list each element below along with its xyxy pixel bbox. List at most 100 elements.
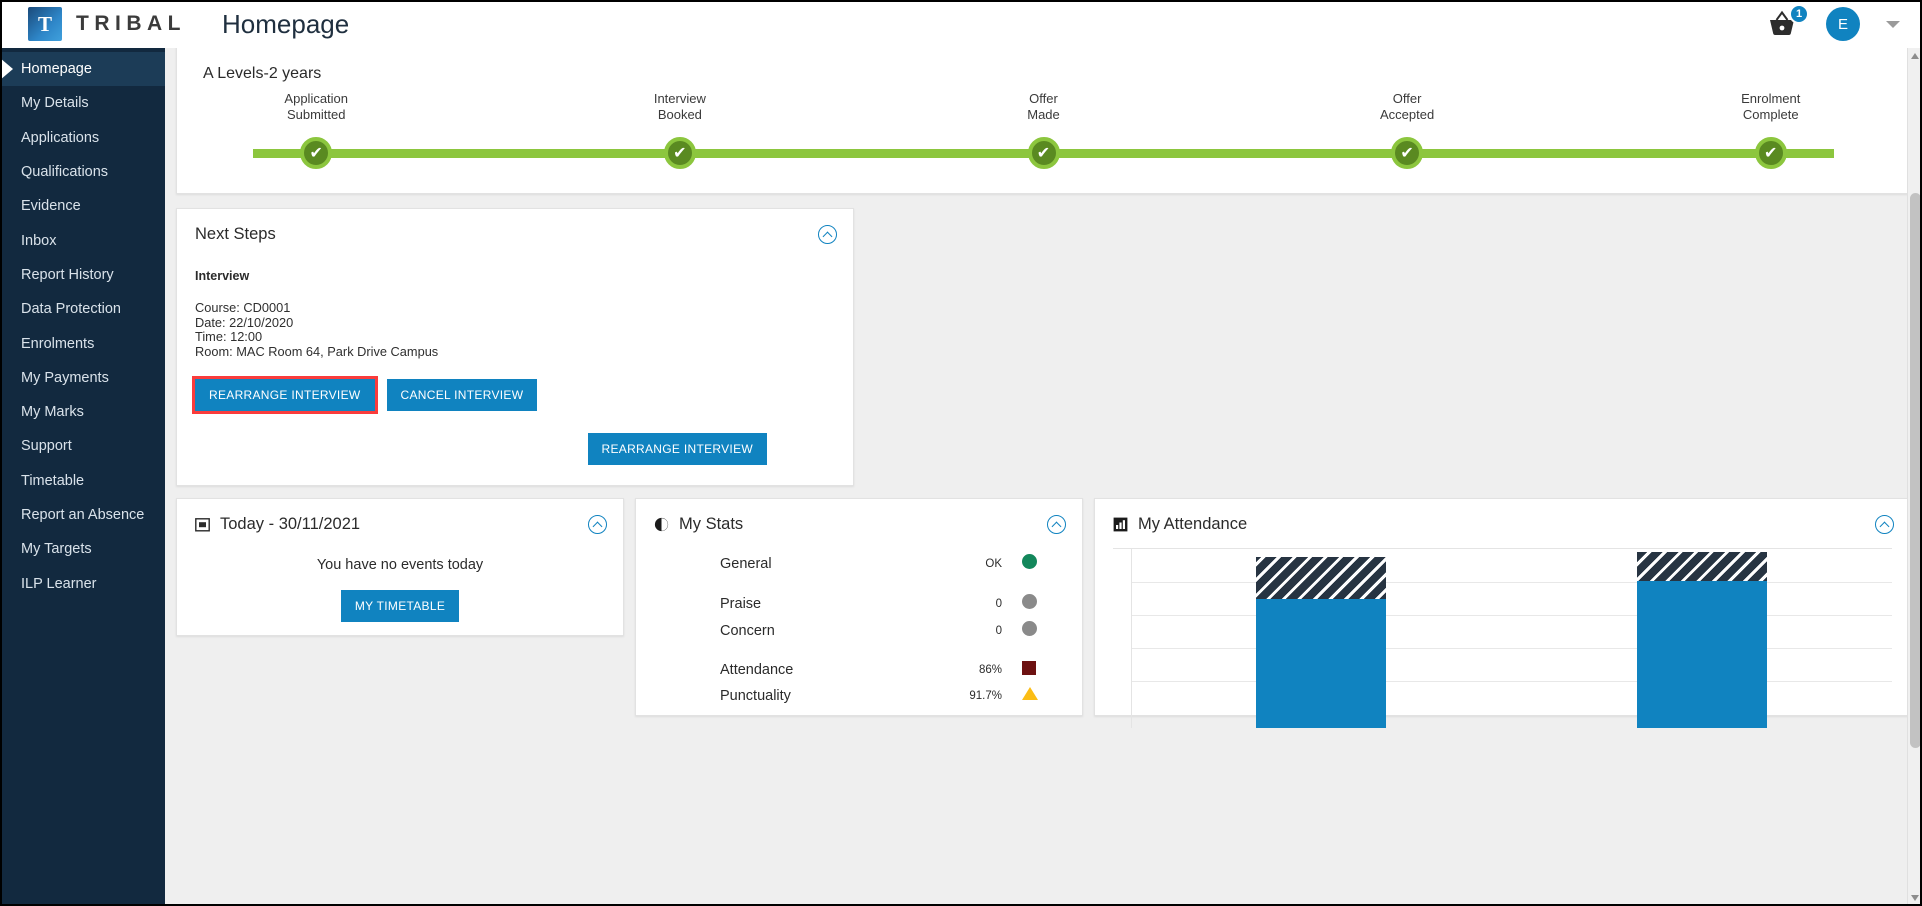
table-row: General OK <box>654 550 1064 577</box>
sidebar-item-homepage[interactable]: Homepage <box>0 52 165 87</box>
stat-value: 0 <box>995 624 1002 637</box>
sidebar-item-label: My Payments <box>21 369 109 386</box>
status-dot-green-icon <box>1022 554 1037 570</box>
step-label-5: Enrolment Complete <box>1741 91 1801 122</box>
chevron-up-circle-icon[interactable] <box>818 225 837 244</box>
application-window: T TRIBAL Homepage 1 E Homepage My Detail… <box>0 0 1922 906</box>
my-attendance-header: My Attendance <box>1113 515 1892 534</box>
progress-node-5[interactable]: ✔ <box>1754 137 1787 169</box>
check-icon: ✔ <box>1036 145 1051 162</box>
scroll-up-arrow-icon[interactable] <box>1911 53 1919 59</box>
my-stats-widget: My Stats General OK Praise 0 Concern 0 A… <box>635 498 1083 717</box>
attendance-chart: Target 95% Target 98% <box>1113 548 1892 729</box>
sidebar-item-inbox[interactable]: Inbox <box>0 223 165 257</box>
sidebar-item-qualifications[interactable]: Qualifications <box>0 155 165 189</box>
stat-value: OK <box>985 557 1002 570</box>
header-actions: 1 E <box>1766 4 1900 41</box>
sidebar-item-label: Homepage <box>21 61 92 78</box>
brand-name: TRIBAL <box>76 12 186 35</box>
sidebar-item-label: Inbox <box>21 232 57 249</box>
bar-group-2: Target 98% <box>1636 548 1767 729</box>
sidebar-item-label: Report an Absence <box>21 507 145 523</box>
page-title: Homepage <box>222 8 350 39</box>
sidebar-nav: Homepage My Details Applications Qualifi… <box>0 48 165 906</box>
detail-course: Course: CD0001 <box>195 300 291 315</box>
sidebar-item-applications[interactable]: Applications <box>0 121 165 155</box>
bar-chart-icon <box>1113 517 1128 532</box>
sidebar-item-support[interactable]: Support <box>0 429 165 463</box>
basket-button[interactable]: 1 <box>1766 4 1809 39</box>
sidebar-item-label: ILP Learner <box>21 575 97 592</box>
detail-room: Room: MAC Room 64, Park Drive Campus <box>195 343 439 359</box>
progress-node-3[interactable]: ✔ <box>1027 137 1060 169</box>
table-row: Praise 0 <box>654 590 1064 617</box>
brand-logo-group[interactable]: T TRIBAL <box>28 7 186 41</box>
sidebar-item-my-marks[interactable]: My Marks <box>0 395 165 429</box>
sidebar-item-report-an-absence[interactable]: Report an Absence <box>0 498 165 532</box>
sidebar-item-label: Timetable <box>21 472 85 489</box>
status-dot-grey-icon <box>1022 621 1037 637</box>
sidebar-item-timetable[interactable]: Timetable <box>0 464 165 498</box>
sidebar-item-enrolments[interactable]: Enrolments <box>0 326 165 360</box>
stat-indicator <box>1022 617 1064 644</box>
step-label-4: Offer Accepted <box>1380 91 1435 122</box>
today-action: MY TIMETABLE <box>195 590 605 623</box>
rearrange-interview-button[interactable]: REARRANGE INTERVIEW <box>192 376 378 415</box>
today-header: Today - 30/11/2021 <box>195 515 605 534</box>
status-dot-grey-icon <box>1022 594 1037 610</box>
today-empty-message: You have no events today <box>316 557 484 574</box>
my-attendance-widget: My Attendance Target 95 <box>1094 498 1911 729</box>
bar-actual-2 <box>1636 580 1767 729</box>
sidebar-item-label: Support <box>21 438 72 455</box>
check-icon: ✔ <box>1400 145 1414 162</box>
sidebar-item-label: My Marks <box>21 404 84 421</box>
my-timetable-button[interactable]: MY TIMETABLE <box>340 590 460 623</box>
scrollbar-thumb[interactable] <box>1910 193 1921 748</box>
stat-label: General <box>720 555 772 572</box>
table-row: Punctuality 91.7% <box>654 683 1064 708</box>
vertical-scrollbar[interactable] <box>1907 48 1922 906</box>
calendar-icon <box>195 518 210 532</box>
stat-label: Concern <box>720 622 775 639</box>
my-attendance-title: My Attendance <box>1138 515 1248 534</box>
avatar[interactable]: E <box>1826 7 1860 41</box>
next-steps-details: Course: CD0001 Date: 22/10/2020 Time: 12… <box>195 300 835 359</box>
progress-node-2[interactable]: ✔ <box>663 137 696 169</box>
step-label-1: Application Submitted <box>284 91 349 122</box>
sidebar-item-evidence[interactable]: Evidence <box>0 189 165 223</box>
detail-time: Time: 12:00 <box>195 329 263 345</box>
basket-count-badge: 1 <box>1789 4 1809 24</box>
application-progress-card: ✔ ✔ A Levels-2 years Application Submitt… <box>176 48 1911 194</box>
chart-bars: Target 95% Target 98% <box>1131 548 1892 729</box>
sidebar-item-label: Report History <box>21 266 114 283</box>
progress-node-1[interactable]: ✔ <box>300 137 333 169</box>
chevron-down-icon[interactable] <box>1886 20 1900 28</box>
stat-value: 91.7% <box>969 689 1002 702</box>
progress-tracker-bottom: ✔ ✔ ✔ ✔ ✔ <box>253 127 1834 171</box>
cancel-interview-button[interactable]: CANCEL INTERVIEW <box>386 379 538 412</box>
table-row: Attendance 86% <box>654 657 1064 683</box>
check-icon: ✔ <box>673 145 687 162</box>
sidebar-item-data-protection[interactable]: Data Protection <box>0 292 165 326</box>
sidebar-item-my-details[interactable]: My Details <box>0 86 165 120</box>
check-icon: ✔ <box>309 145 323 162</box>
my-stats-header: My Stats <box>654 515 1064 534</box>
sidebar-item-label: My Details <box>21 95 89 112</box>
my-stats-table: General OK Praise 0 Concern 0 Attendance… <box>654 550 1064 708</box>
sidebar-item-ilp-learner[interactable]: ILP Learner <box>0 566 165 600</box>
sidebar-item-label: Qualifications <box>21 164 109 181</box>
next-steps-actions: REARRANGE INTERVIEW CANCEL INTERVIEW <box>192 376 835 415</box>
sidebar-item-report-history[interactable]: Report History <box>0 258 165 292</box>
sidebar-item-my-targets[interactable]: My Targets <box>0 532 165 566</box>
rearrange-interview-secondary-button[interactable]: REARRANGE INTERVIEW <box>587 433 767 466</box>
stat-label: Punctuality <box>720 687 791 704</box>
sidebar-item-label: My Targets <box>21 541 92 558</box>
progress-node-4[interactable]: ✔ <box>1391 137 1424 169</box>
scroll-down-arrow-icon[interactable] <box>1911 895 1919 901</box>
stat-label: Attendance <box>720 662 794 679</box>
stat-indicator <box>1022 550 1064 577</box>
sidebar-item-my-payments[interactable]: My Payments <box>0 361 165 395</box>
progress-step-labels: Application Submitted Interview Booked O… <box>253 91 1834 127</box>
stat-indicator <box>1022 590 1064 617</box>
next-steps-subtitle: Interview <box>195 269 250 283</box>
